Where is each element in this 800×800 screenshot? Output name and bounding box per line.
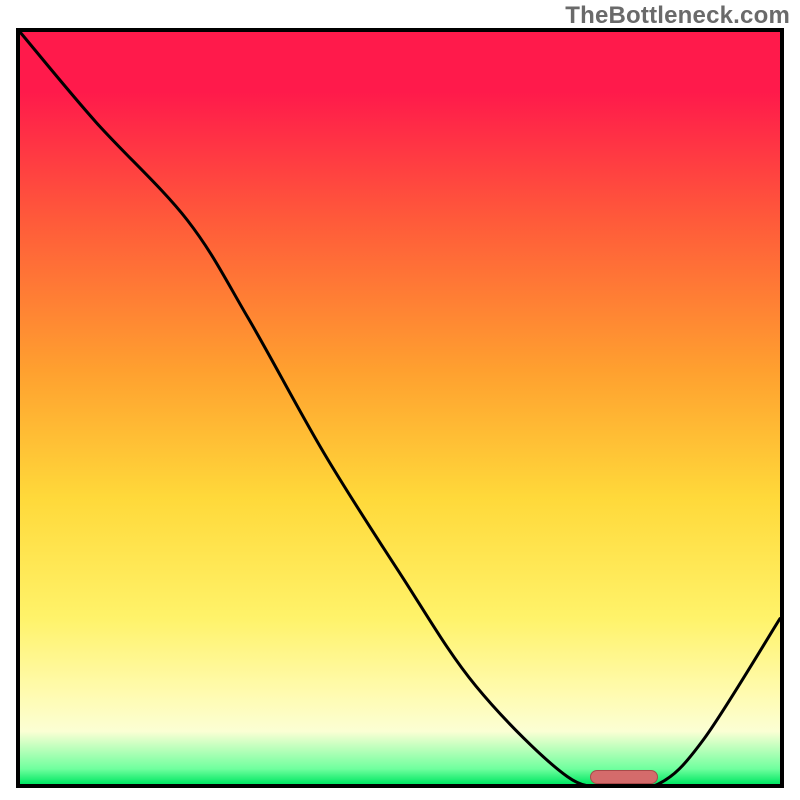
plot-area [16, 28, 784, 788]
bottleneck-curve [20, 32, 780, 784]
bottleneck-chart: TheBottleneck.com [0, 0, 800, 800]
watermark-text: TheBottleneck.com [565, 2, 790, 30]
curve-path [20, 32, 780, 784]
optimal-range-marker [590, 770, 658, 784]
